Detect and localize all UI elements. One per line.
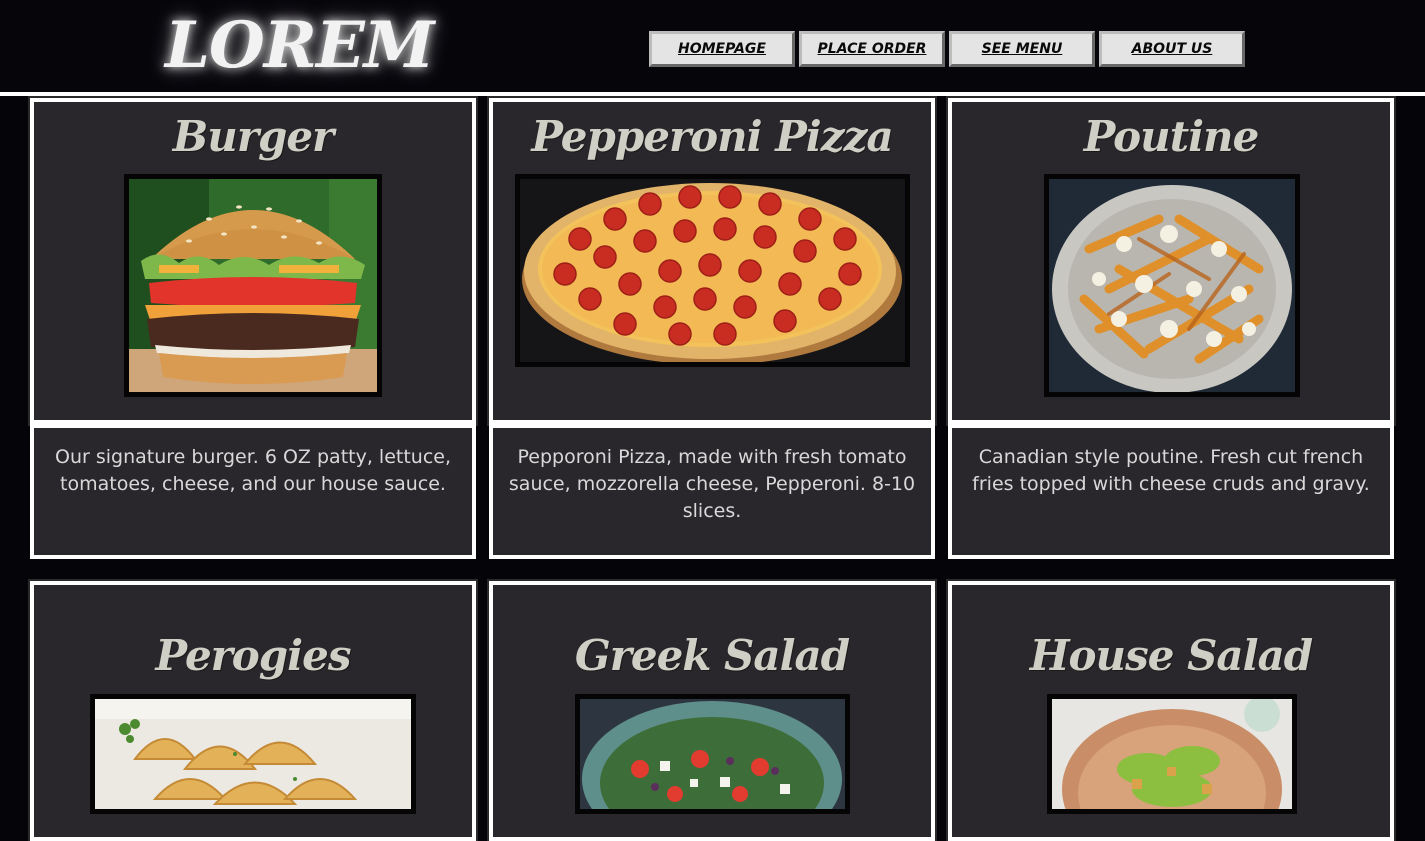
menu-item-title: House Salad — [1029, 631, 1313, 680]
main-nav: HOMEPAGE PLACE ORDER SEE MENU ABOUT US — [649, 31, 1245, 67]
menu-item-title: Perogies — [155, 631, 351, 680]
site-header: LOREM HOMEPAGE PLACE ORDER SEE MENU ABOU… — [0, 0, 1425, 96]
menu-card-poutine: Poutine — [946, 96, 1396, 426]
menu-card-pepperoni-pizza-description: Pepporoni Pizza, made with fresh tomato … — [489, 424, 935, 559]
nav-homepage-button[interactable]: HOMEPAGE — [649, 31, 795, 67]
pepperoni-pizza-image — [515, 174, 910, 367]
site-logo[interactable]: LOREM — [165, 8, 435, 84]
menu-item-description: Pepporoni Pizza, made with fresh tomato … — [508, 446, 916, 522]
menu-card-greek-salad: Greek Salad — [487, 579, 937, 841]
menu-card-poutine-description: Canadian style poutine. Fresh cut french… — [948, 424, 1394, 559]
menu-card-perogies: Perogies — [28, 579, 478, 841]
menu-item-title: Poutine — [1083, 112, 1260, 161]
menu-item-description: Our signature burger. 6 OZ patty, lettuc… — [54, 446, 451, 495]
house-salad-image — [1047, 694, 1297, 814]
nav-place-order-button[interactable]: PLACE ORDER — [799, 31, 945, 67]
greek-salad-image — [575, 694, 850, 814]
nav-about-us-button[interactable]: ABOUT US — [1099, 31, 1245, 67]
menu-item-title: Pepperoni Pizza — [531, 112, 893, 161]
menu-item-title: Greek Salad — [574, 631, 850, 680]
burger-image — [124, 174, 382, 397]
nav-see-menu-button[interactable]: SEE MENU — [949, 31, 1095, 67]
menu-item-description: Canadian style poutine. Fresh cut french… — [972, 446, 1370, 495]
menu-card-pepperoni-pizza: Pepperoni Pizza — [487, 96, 937, 426]
menu-card-house-salad: House Salad — [946, 579, 1396, 841]
perogies-image — [90, 694, 416, 814]
poutine-image — [1044, 174, 1300, 397]
menu-card-burger-description: Our signature burger. 6 OZ patty, lettuc… — [30, 424, 476, 559]
menu-item-title: Burger — [172, 112, 334, 161]
menu-card-burger: Burger — [28, 96, 478, 426]
